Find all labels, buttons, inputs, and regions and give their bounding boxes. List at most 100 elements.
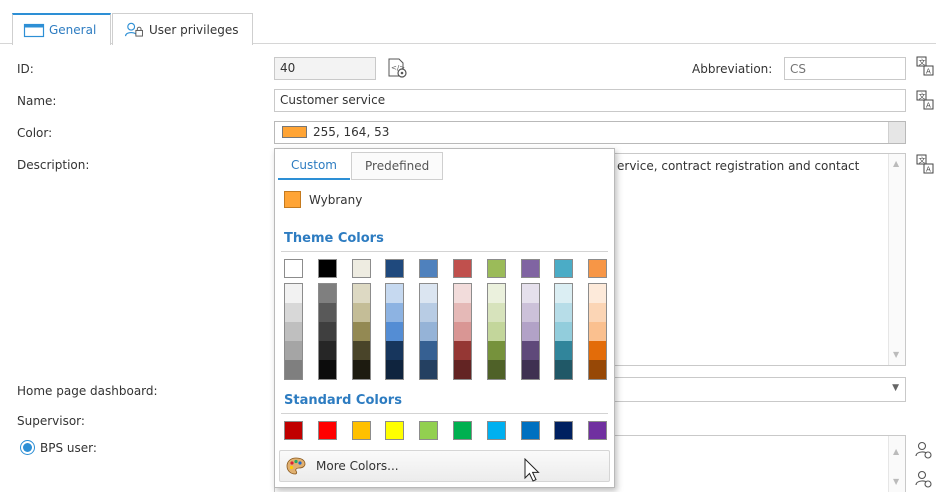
- code-settings-icon[interactable]: </>: [386, 57, 408, 79]
- color-shade-column: [520, 283, 540, 380]
- color-swatch[interactable]: [453, 421, 472, 440]
- bps-user-radio[interactable]: BPS user:: [20, 440, 97, 455]
- color-swatch[interactable]: [351, 421, 371, 440]
- translate-icon[interactable]: 文 A: [916, 56, 934, 76]
- radio-selected-icon[interactable]: [20, 440, 35, 455]
- color-swatch[interactable]: [318, 360, 336, 379]
- color-swatch[interactable]: [386, 360, 404, 379]
- color-swatch[interactable]: [454, 303, 471, 322]
- color-swatch[interactable]: [318, 284, 336, 303]
- color-swatch[interactable]: [588, 259, 608, 278]
- color-swatch[interactable]: [487, 341, 505, 360]
- color-swatch[interactable]: [454, 341, 471, 360]
- color-swatch[interactable]: [317, 421, 337, 440]
- color-swatch[interactable]: [352, 322, 370, 341]
- color-swatch[interactable]: [284, 259, 303, 278]
- color-swatch[interactable]: [521, 303, 539, 322]
- color-swatch[interactable]: [386, 303, 404, 322]
- color-swatch[interactable]: [285, 322, 302, 341]
- bps-user-scrollbar[interactable]: ▲ ▼: [888, 436, 905, 492]
- color-swatch[interactable]: [589, 341, 607, 360]
- color-swatch[interactable]: [555, 360, 573, 379]
- color-swatch[interactable]: [386, 322, 404, 341]
- color-swatch[interactable]: [386, 284, 404, 303]
- user-search-icon[interactable]: [914, 470, 934, 490]
- color-swatch[interactable]: [318, 303, 336, 322]
- scroll-up-icon[interactable]: ▲: [893, 160, 899, 168]
- color-swatch[interactable]: [589, 284, 607, 303]
- color-swatch[interactable]: [385, 421, 405, 440]
- color-swatch[interactable]: [521, 360, 539, 379]
- scroll-down-icon[interactable]: ▼: [893, 478, 899, 486]
- color-swatch[interactable]: [419, 421, 439, 440]
- selected-color-item[interactable]: Wybrany: [284, 191, 362, 208]
- color-swatch[interactable]: [454, 322, 471, 341]
- color-swatch[interactable]: [351, 259, 371, 278]
- tab-user-privileges-label: User privileges: [149, 22, 239, 37]
- color-swatch[interactable]: [285, 284, 302, 303]
- color-swatch[interactable]: [486, 421, 506, 440]
- svg-text:A: A: [926, 102, 931, 110]
- color-swatch[interactable]: [420, 284, 438, 303]
- color-swatch[interactable]: [352, 303, 370, 322]
- tab-user-privileges[interactable]: User privileges: [112, 13, 253, 45]
- theme-colors-title: Theme Colors: [284, 231, 384, 246]
- description-scrollbar[interactable]: ▲ ▼: [888, 154, 905, 365]
- color-swatch[interactable]: [521, 322, 539, 341]
- color-swatch[interactable]: [487, 322, 505, 341]
- color-swatch[interactable]: [318, 341, 336, 360]
- color-swatch[interactable]: [520, 259, 540, 278]
- user-search-icon[interactable]: [914, 441, 934, 461]
- translate-icon[interactable]: 文 A: [916, 90, 934, 110]
- color-swatch[interactable]: [420, 303, 438, 322]
- color-swatch[interactable]: [453, 259, 472, 278]
- color-swatch[interactable]: [589, 322, 607, 341]
- color-swatch[interactable]: [419, 259, 439, 278]
- translate-icon[interactable]: 文 A: [916, 154, 934, 174]
- color-swatch[interactable]: [352, 284, 370, 303]
- color-swatch[interactable]: [420, 341, 438, 360]
- color-swatch[interactable]: [554, 421, 574, 440]
- color-swatch[interactable]: [486, 259, 506, 278]
- color-swatch[interactable]: [555, 341, 573, 360]
- color-swatch[interactable]: [589, 360, 607, 379]
- tab-predefined[interactable]: Predefined: [351, 152, 444, 180]
- tab-general[interactable]: General: [12, 13, 111, 45]
- color-swatch[interactable]: [554, 259, 574, 278]
- name-input[interactable]: Customer service: [274, 89, 906, 112]
- color-swatch[interactable]: [454, 360, 471, 379]
- color-swatch[interactable]: [385, 259, 405, 278]
- color-swatch[interactable]: [420, 322, 438, 341]
- color-swatch[interactable]: [420, 360, 438, 379]
- color-dropdown-button[interactable]: [888, 122, 905, 143]
- color-swatch[interactable]: [487, 360, 505, 379]
- tab-custom[interactable]: Custom: [278, 152, 350, 180]
- color-swatch[interactable]: [317, 259, 337, 278]
- scroll-down-icon[interactable]: ▼: [893, 351, 899, 359]
- color-swatch[interactable]: [589, 303, 607, 322]
- color-swatch[interactable]: [386, 341, 404, 360]
- color-swatch[interactable]: [555, 284, 573, 303]
- color-swatch[interactable]: [318, 322, 336, 341]
- color-swatch[interactable]: [285, 360, 302, 379]
- color-swatch[interactable]: [521, 284, 539, 303]
- color-swatch[interactable]: [285, 341, 302, 360]
- color-swatch[interactable]: [521, 341, 539, 360]
- mouse-pointer-icon: [524, 458, 540, 482]
- color-swatch[interactable]: [487, 303, 505, 322]
- color-swatch[interactable]: [284, 421, 303, 440]
- color-swatch[interactable]: [454, 284, 471, 303]
- color-swatch[interactable]: [588, 421, 608, 440]
- more-colors-button[interactable]: More Colors...: [279, 450, 610, 482]
- color-swatch[interactable]: [285, 303, 302, 322]
- color-swatch[interactable]: [352, 360, 370, 379]
- color-picker-field[interactable]: 255, 164, 53: [274, 121, 906, 144]
- color-swatch[interactable]: [555, 322, 573, 341]
- chevron-down-icon[interactable]: ▼: [892, 378, 899, 399]
- scroll-up-icon[interactable]: ▲: [893, 448, 899, 456]
- color-swatch[interactable]: [555, 303, 573, 322]
- abbreviation-input[interactable]: [784, 57, 906, 80]
- color-swatch[interactable]: [487, 284, 505, 303]
- color-swatch[interactable]: [352, 341, 370, 360]
- color-swatch[interactable]: [520, 421, 540, 440]
